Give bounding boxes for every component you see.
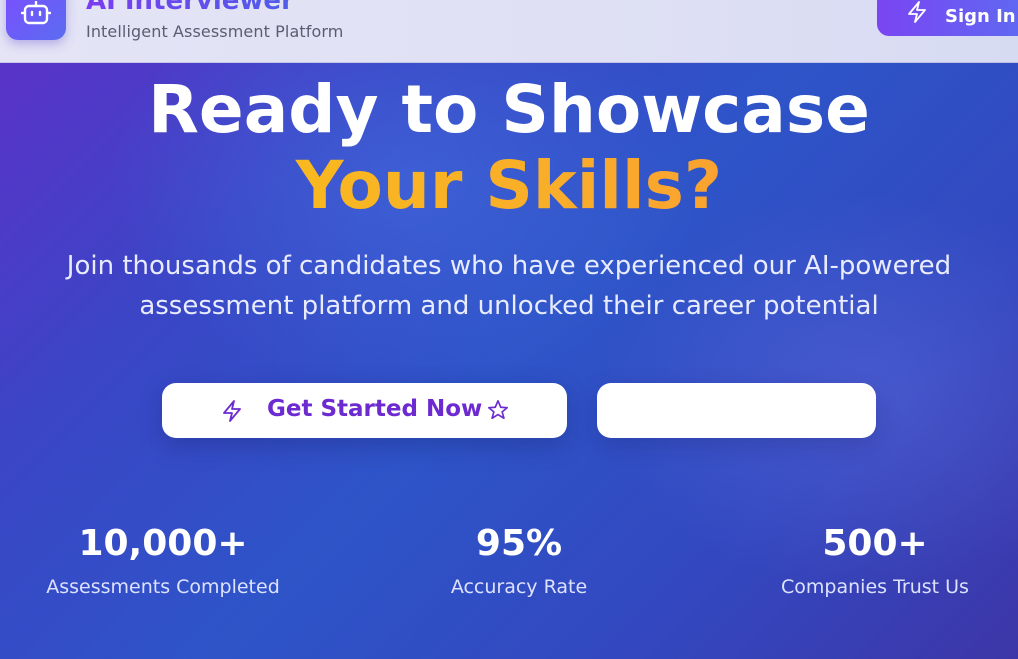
stat-value: 95% [475,523,563,564]
robot-icon [20,0,52,40]
sign-in-button[interactable]: Sign In [877,0,1018,36]
stat-companies: 500+ Companies Trust Us [735,522,1015,599]
sign-in-label: Sign In [945,6,1016,27]
stat-assessments: 10,000+ Assessments Completed [23,522,303,599]
lightning-icon [907,1,927,28]
top-navbar: AI Interviewer Intelligent Assessment Pl… [0,0,1018,63]
hero-section: Ready to Showcase Your Skills? Join thou… [0,62,1018,659]
get-started-label: Get Started Now [267,396,483,422]
stat-accuracy: 95% Accuracy Rate [379,522,659,599]
stat-label: Assessments Completed [46,576,280,598]
get-started-button[interactable]: Get Started Now [162,383,567,438]
hero-headline-line1: Ready to Showcase [148,71,870,148]
stat-value: 10,000+ [78,523,248,564]
secondary-cta-button[interactable] [597,383,876,438]
star-icon [487,399,509,425]
hero-headline-highlight: Your Skills? [295,147,723,224]
logo[interactable] [6,0,66,40]
hero-headline-line2: Your Skills? [0,146,1018,226]
brand-subtitle: Intelligent Assessment Platform [86,22,344,41]
hero-subtext: Join thousands of candidates who have ex… [66,251,952,321]
stat-label: Accuracy Rate [450,576,588,598]
lightning-icon [222,400,242,426]
brand-title: AI Interviewer [86,0,294,16]
stat-label: Companies Trust Us [781,576,969,598]
stat-value: 500+ [822,523,928,564]
